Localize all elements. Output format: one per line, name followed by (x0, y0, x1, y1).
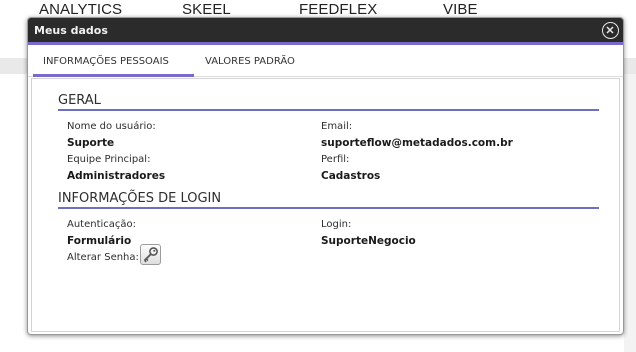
nav-item-analytics[interactable]: ANALYTICS (39, 1, 122, 18)
section-divider-geral (58, 109, 599, 111)
tab-informacoes-pessoais[interactable]: INFORMAÇÕES PESSOAIS (43, 56, 169, 67)
tab-bar: INFORMAÇÕES PESSOAIS VALORES PADRÃO (28, 48, 623, 77)
email-value: suporteflow@metadados.com.br (321, 137, 513, 149)
nav-item-feedflex[interactable]: FEEDFLEX (299, 1, 377, 18)
tab-content-panel: GERAL Nome do usuário: Suporte Equipe Pr… (31, 78, 620, 332)
dialog-title: Meus dados (34, 24, 108, 37)
username-value: Suporte (67, 137, 115, 149)
team-label: Equipe Principal: (67, 154, 151, 165)
active-tab-indicator (33, 74, 194, 77)
profile-value: Cadastros (321, 170, 381, 182)
auth-value: Formulário (67, 235, 132, 247)
auth-label: Autenticação: (67, 219, 137, 230)
change-password-label: Alterar Senha: (67, 252, 139, 263)
email-label: Email: (321, 121, 353, 132)
close-icon (606, 26, 614, 34)
login-value: SuporteNegocio (321, 235, 416, 247)
close-button[interactable] (602, 22, 619, 39)
key-icon (143, 247, 158, 263)
section-title-geral: GERAL (58, 93, 101, 108)
nav-item-skeel[interactable]: SKEEL (182, 1, 231, 18)
background-right-panel (624, 74, 636, 352)
meus-dados-dialog: Meus dados INFORMAÇÕES PESSOAIS VALORES … (27, 17, 624, 335)
dialog-titlebar: Meus dados (28, 18, 623, 45)
nav-item-vibe[interactable]: VIBE (443, 1, 478, 18)
section-divider-login (58, 207, 599, 209)
background-top-nav: ANALYTICS SKEEL FEEDFLEX VIBE (0, 0, 636, 18)
tab-valores-padrao[interactable]: VALORES PADRÃO (205, 56, 295, 67)
profile-label: Perfil: (321, 154, 350, 165)
username-label: Nome do usuário: (67, 121, 156, 132)
team-value: Administradores (67, 170, 166, 182)
login-label: Login: (321, 219, 352, 230)
change-password-button[interactable] (140, 244, 161, 265)
section-title-login: INFORMAÇÕES DE LOGIN (58, 191, 222, 206)
